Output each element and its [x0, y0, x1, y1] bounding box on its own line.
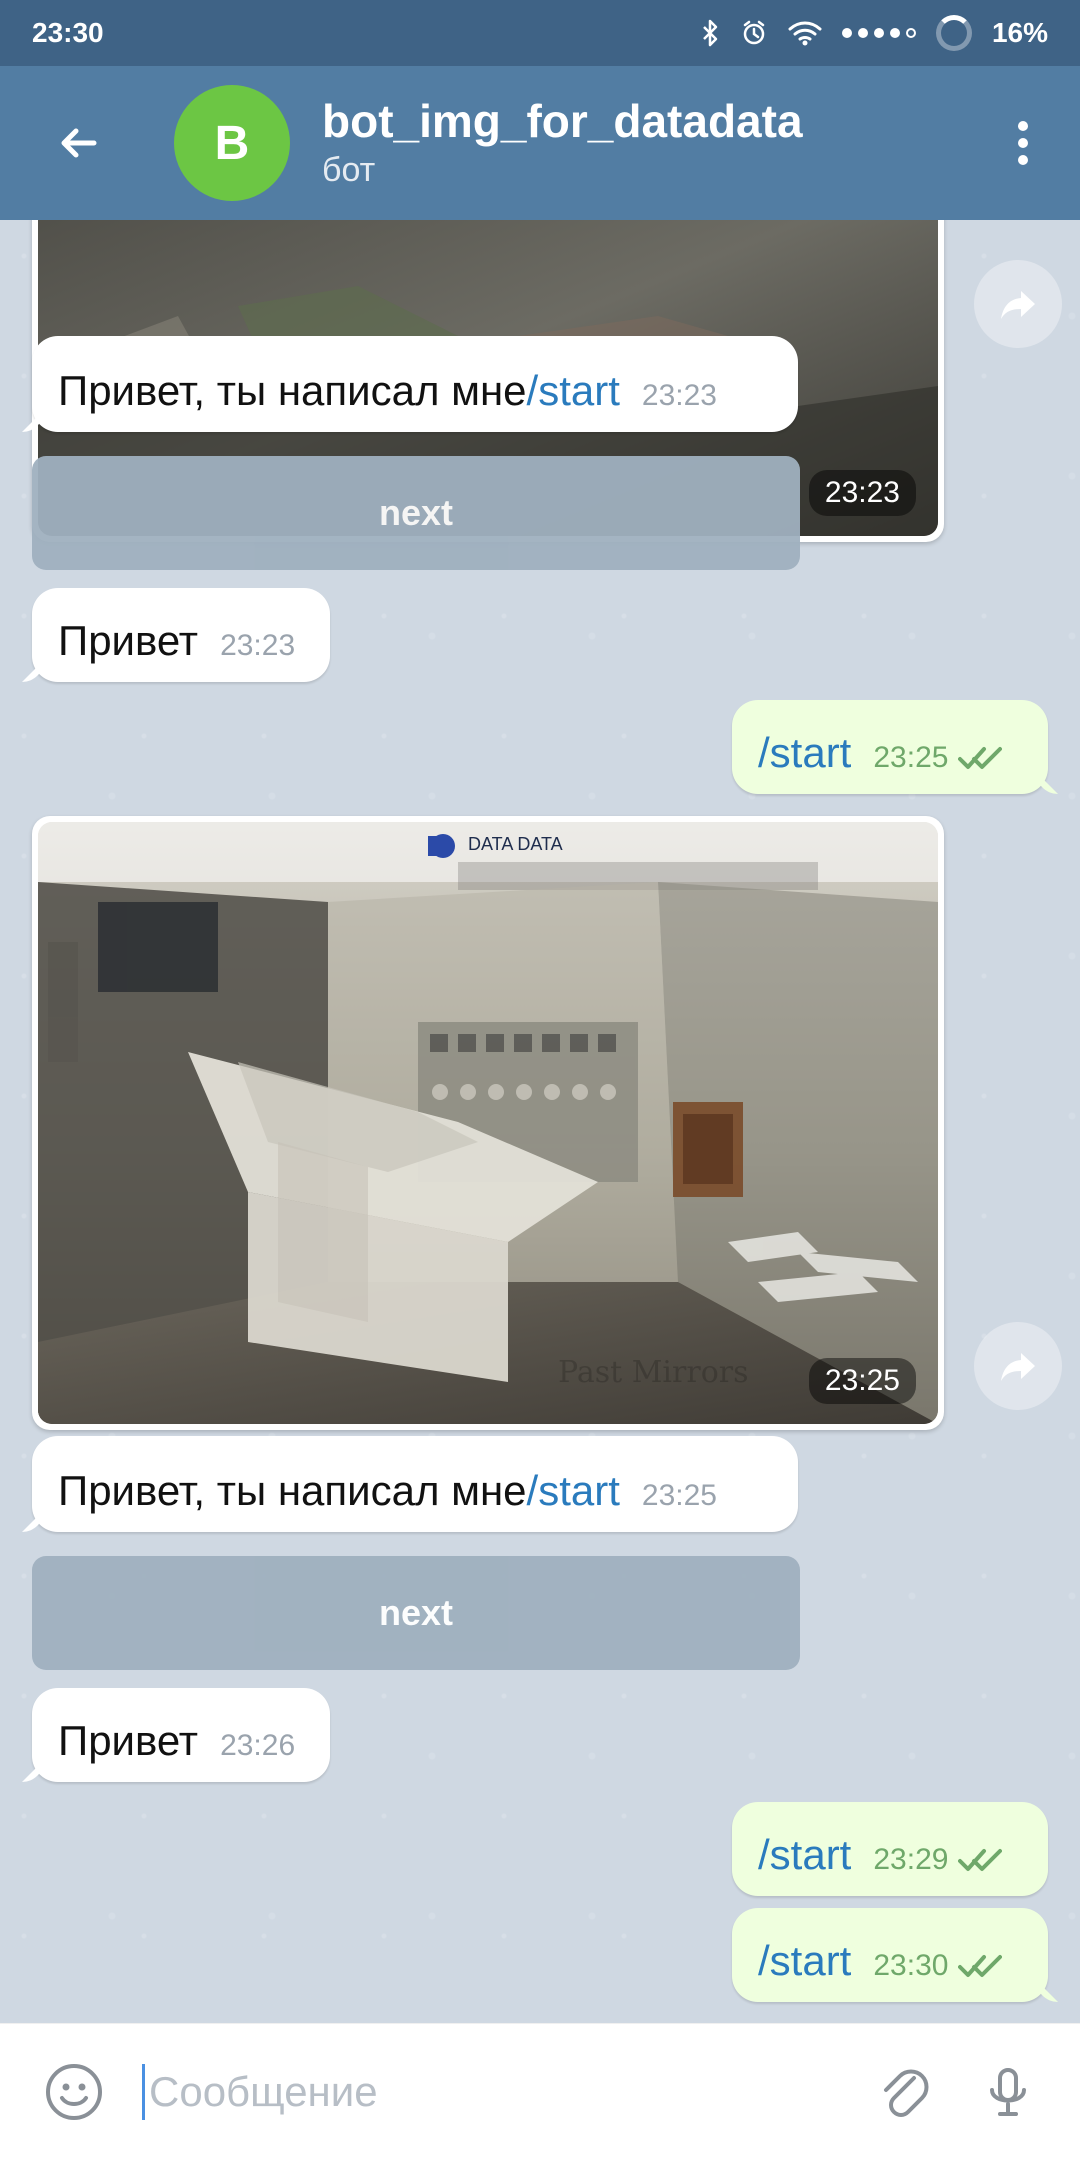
message-time: 23:25	[873, 741, 949, 774]
message-time: 23:23	[641, 379, 717, 412]
more-menu-button[interactable]	[1008, 113, 1038, 173]
bubble-tail	[22, 1510, 44, 1532]
message-text: Привет, ты написал мне	[58, 366, 527, 414]
double-check-icon	[958, 746, 1003, 769]
watermark-text: DATA DATA	[468, 834, 563, 854]
message-time: 23:29	[873, 1843, 949, 1876]
message-time: 23:26	[220, 1729, 296, 1762]
inline-button-next[interactable]: next	[32, 1556, 800, 1670]
incoming-message[interactable]: Привет, ты написал мне /start 23:25	[22, 1436, 798, 1532]
message-composer: Сообщение	[0, 2023, 1080, 2160]
incoming-message[interactable]: Привет 23:23	[22, 588, 330, 682]
photo-time: 23:25	[808, 1358, 916, 1404]
bubble-tail	[1036, 772, 1058, 794]
outgoing-message[interactable]: /start 23:25	[732, 700, 1058, 794]
chat-title: bot_img_for_datadata	[322, 95, 803, 148]
command-link[interactable]: /start	[527, 367, 620, 414]
message-time: 23:30	[873, 1949, 949, 1982]
outgoing-message[interactable]: /start 23:29	[732, 1802, 1048, 1896]
message-time: 23:25	[641, 1479, 717, 1512]
emoji-button[interactable]	[26, 2044, 122, 2140]
alarm-icon	[740, 19, 768, 47]
message-time-status: 23:30	[873, 1949, 1003, 1982]
message-text: /start	[758, 1936, 852, 1984]
chat-messages[interactable]: 23:23 Привет, ты написал мне /start 23:2…	[0, 220, 1080, 2023]
message-text: Привет	[58, 1716, 199, 1764]
double-check-icon	[958, 1954, 1003, 1977]
back-button[interactable]	[32, 97, 124, 189]
message-time-status: 23:29	[873, 1843, 1003, 1876]
avatar[interactable]: B	[174, 85, 290, 201]
message-placeholder: Сообщение	[149, 2068, 378, 2115]
voice-button[interactable]	[960, 2044, 1056, 2140]
incoming-message[interactable]: Привет 23:26	[22, 1688, 330, 1782]
double-check-icon	[958, 1848, 1003, 1871]
message-time-status: 23:25	[873, 741, 1003, 774]
svg-text:Past Mirrors: Past Mirrors	[558, 1355, 749, 1390]
paperclip-icon	[884, 2069, 929, 2117]
more-vert-icon	[1018, 121, 1028, 131]
incoming-message[interactable]: Привет, ты написал мне /start 23:23	[22, 336, 798, 432]
photo-time: 23:23	[808, 470, 916, 516]
chat-header: B bot_img_for_datadata бот	[0, 66, 1080, 220]
status-bar: 23:30 16%	[0, 0, 1080, 66]
back-arrow-icon	[61, 128, 97, 158]
battery-percent: 16%	[991, 17, 1048, 48]
bubble-tail	[22, 660, 44, 682]
share-forward-icon	[1001, 1353, 1035, 1381]
status-icons: 16%	[702, 15, 1048, 51]
message-time: 23:23	[220, 629, 296, 662]
outgoing-message[interactable]: /start 23:30	[732, 1908, 1058, 2002]
microphone-icon	[990, 2068, 1026, 2116]
command-link[interactable]: /start	[527, 1467, 620, 1514]
share-button[interactable]	[974, 1322, 1062, 1410]
photo-message[interactable]: DATA DATA Past Mirrors 23:25	[32, 816, 944, 1430]
wifi-icon	[788, 20, 822, 46]
photo-image[interactable]: DATA DATA Past Mirrors 23:25	[38, 822, 938, 1424]
message-text: /start	[758, 728, 852, 776]
inline-button-next[interactable]: next	[32, 456, 800, 570]
bubble-tail	[1036, 1980, 1058, 2002]
message-text: Привет, ты написал мне	[58, 1466, 527, 1514]
bubble-tail	[22, 1760, 44, 1782]
chat-subtitle: бот	[322, 150, 376, 189]
chat-title-block[interactable]: bot_img_for_datadata бот	[322, 96, 803, 190]
emoji-icon	[46, 2064, 102, 2120]
text-caret	[142, 2064, 145, 2120]
bluetooth-icon	[702, 19, 720, 47]
attach-button[interactable]	[856, 2044, 952, 2140]
message-input[interactable]: Сообщение	[142, 2044, 856, 2140]
signal-dots-icon	[841, 28, 916, 38]
message-text: Привет	[58, 616, 199, 664]
message-text: /start	[758, 1830, 852, 1878]
battery-ring-icon	[935, 15, 972, 51]
share-button[interactable]	[974, 260, 1062, 348]
status-time: 23:30	[32, 17, 104, 48]
share-forward-icon	[1001, 291, 1035, 319]
